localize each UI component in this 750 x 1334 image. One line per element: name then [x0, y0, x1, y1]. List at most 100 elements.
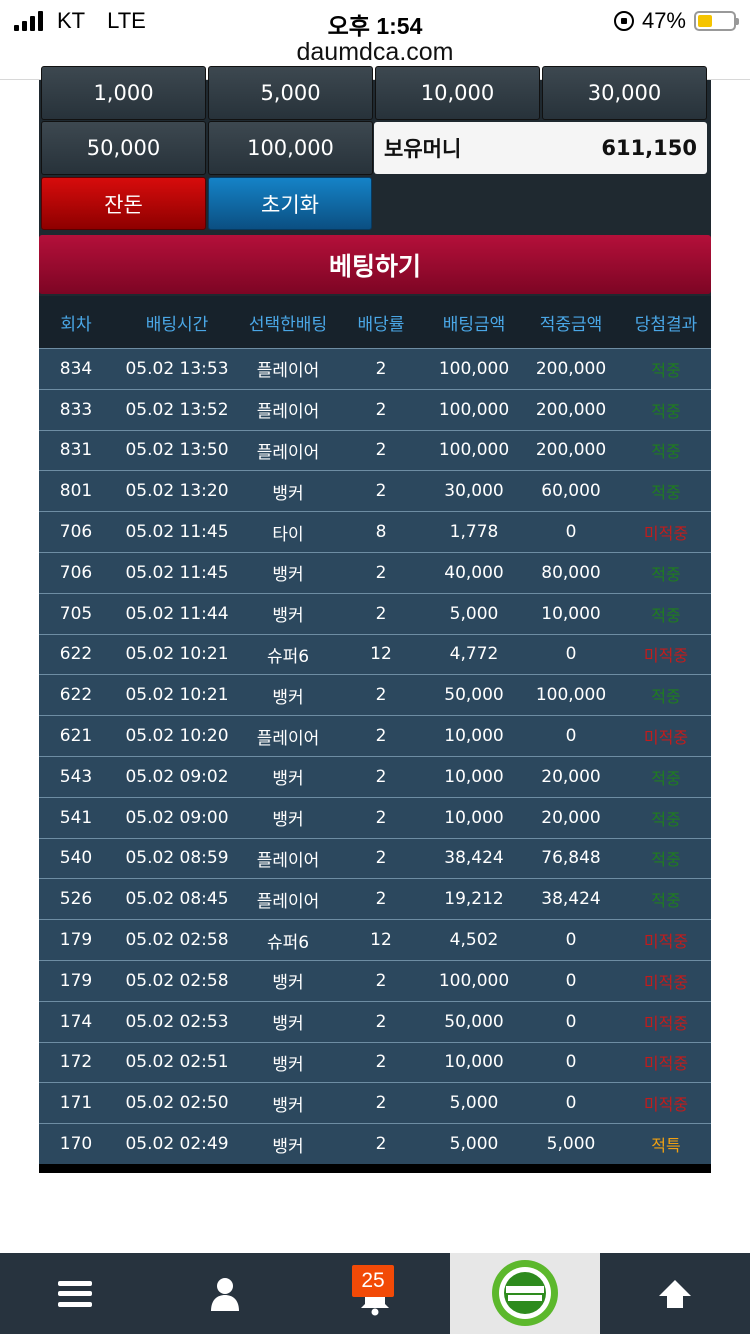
table-row: 526 05.02 08:45 플레이어 2 19,212 38,424 적중	[39, 878, 711, 920]
row-round: 179	[59, 970, 93, 991]
header-result: 당첨결과	[634, 314, 698, 335]
row-odds: 2	[375, 766, 387, 787]
row-odds: 2	[375, 970, 387, 991]
row-win-amount: 100,000	[535, 685, 607, 706]
row-result: 적중	[651, 891, 681, 911]
holding-money: 보유머니 611,150	[374, 122, 707, 174]
user-icon	[211, 1277, 239, 1311]
table-row: 540 05.02 08:59 플레이어 2 38,424 76,848 적중	[39, 837, 711, 879]
battery-icon	[694, 11, 739, 31]
row-round: 179	[59, 930, 93, 951]
row-result: 미적중	[643, 932, 689, 952]
row-odds: 2	[375, 1052, 387, 1073]
row-round: 170	[59, 1134, 93, 1155]
holding-money-label: 보유머니	[384, 137, 462, 161]
row-odds: 2	[375, 603, 387, 624]
row-selection: 뱅커	[272, 1095, 304, 1116]
row-win-amount: 200,000	[535, 399, 607, 420]
row-bet-amount: 1,778	[449, 522, 499, 543]
row-win-amount: 200,000	[535, 358, 607, 379]
row-round: 172	[59, 1052, 93, 1073]
row-win-amount: 20,000	[541, 807, 601, 828]
chip-30000-button[interactable]: 30,000	[542, 66, 707, 120]
table-row: 179 05.02 02:58 뱅커 2 100,000 0 미적중	[39, 959, 711, 1001]
row-selection: 플레이어	[256, 850, 320, 871]
row-round: 621	[59, 726, 93, 747]
row-win-amount: 0	[565, 930, 577, 951]
chip-5000-button[interactable]: 5,000	[208, 66, 373, 120]
row-bet-time: 05.02 09:00	[125, 807, 229, 828]
status-right: 47%	[613, 8, 739, 34]
row-selection: 플레이어	[256, 891, 320, 912]
row-result: 적중	[651, 605, 681, 625]
casino-logo-button[interactable]	[450, 1253, 600, 1334]
bet-history-header: 회차 배팅시간 선택한배팅 배당률 배팅금액 적중금액 당첨결과	[39, 296, 711, 348]
table-row: 172 05.02 02:51 뱅커 2 10,000 0 미적중	[39, 1041, 711, 1083]
table-row: 834 05.02 13:53 플레이어 2 100,000 200,000 적중	[39, 348, 711, 389]
row-bet-time: 05.02 11:44	[125, 603, 229, 624]
row-bet-time: 05.02 08:45	[125, 889, 229, 910]
row-result: 미적중	[643, 1054, 689, 1074]
table-row: 179 05.02 02:58 슈퍼6 12 4,502 0 미적중	[39, 919, 711, 960]
place-bet-button[interactable]: 베팅하기	[39, 235, 711, 294]
row-selection: 뱅커	[272, 483, 304, 504]
row-selection: 뱅커	[272, 565, 304, 586]
row-bet-amount: 50,000	[444, 1011, 504, 1032]
row-odds: 8	[375, 522, 387, 543]
chip-50000-button[interactable]: 50,000	[41, 121, 206, 175]
row-selection: 플레이어	[256, 728, 320, 749]
row-odds: 12	[370, 930, 392, 951]
row-result: 미적중	[643, 1095, 689, 1115]
table-row: 833 05.02 13:52 플레이어 2 100,000 200,000 적중	[39, 388, 711, 430]
row-win-amount: 0	[565, 970, 577, 991]
menu-button[interactable]	[0, 1253, 150, 1334]
table-row: 801 05.02 13:20 뱅커 2 30,000 60,000 적중	[39, 470, 711, 512]
row-bet-amount: 30,000	[444, 481, 504, 502]
row-win-amount: 5,000	[546, 1134, 596, 1155]
row-round: 705	[59, 603, 93, 624]
chip-100000-button[interactable]: 100,000	[208, 121, 373, 175]
table-row: 541 05.02 09:00 뱅커 2 10,000 20,000 적중	[39, 796, 711, 838]
row-bet-time: 05.02 02:49	[125, 1134, 229, 1155]
change-button[interactable]: 잔돈	[41, 177, 206, 230]
chip-1000-button[interactable]: 1,000	[41, 66, 206, 120]
row-result: 적중	[651, 850, 681, 870]
user-button[interactable]	[150, 1253, 300, 1334]
row-round: 543	[59, 766, 93, 787]
row-round: 174	[59, 1011, 93, 1032]
bottom-nav: 25	[0, 1253, 750, 1334]
daumd-casino-logo	[492, 1260, 558, 1326]
row-win-amount: 60,000	[541, 481, 601, 502]
row-odds: 2	[375, 399, 387, 420]
row-selection: 뱅커	[272, 606, 304, 627]
row-bet-time: 05.02 13:52	[125, 399, 229, 420]
row-selection: 플레이어	[256, 442, 320, 463]
betting-panel: 1,000 5,000 10,000 30,000 50,000 100,000…	[39, 66, 711, 1173]
row-win-amount: 38,424	[541, 889, 601, 910]
row-bet-amount: 100,000	[438, 399, 510, 420]
row-round: 541	[59, 807, 93, 828]
row-bet-time: 05.02 02:53	[125, 1011, 229, 1032]
table-row: 622 05.02 10:21 슈퍼6 12 4,772 0 미적중	[39, 633, 711, 675]
row-selection: 뱅커	[272, 1136, 304, 1157]
table-row: 705 05.02 11:44 뱅커 2 5,000 10,000 적중	[39, 592, 711, 634]
row-bet-amount: 50,000	[444, 685, 504, 706]
row-result: 적중	[651, 564, 681, 584]
table-row: 170 05.02 02:49 뱅커 2 5,000 5,000 적특	[39, 1123, 711, 1164]
row-win-amount: 200,000	[535, 440, 607, 461]
row-win-amount: 0	[565, 1093, 577, 1114]
row-selection: 타이	[272, 524, 304, 545]
row-win-amount: 0	[565, 1011, 577, 1032]
row-odds: 2	[375, 726, 387, 747]
row-bet-amount: 100,000	[438, 358, 510, 379]
row-bet-time: 05.02 13:53	[125, 358, 229, 379]
chip-10000-button[interactable]: 10,000	[375, 66, 540, 120]
row-result: 적중	[651, 401, 681, 421]
status-bar: KT LTE 오후 1:54 47%	[0, 0, 750, 40]
header-win-amount: 적중금액	[539, 314, 603, 335]
row-odds: 2	[375, 889, 387, 910]
scroll-top-button[interactable]	[600, 1253, 750, 1334]
row-round: 834	[59, 358, 93, 379]
row-win-amount: 0	[565, 522, 577, 543]
reset-button[interactable]: 초기화	[208, 177, 372, 230]
